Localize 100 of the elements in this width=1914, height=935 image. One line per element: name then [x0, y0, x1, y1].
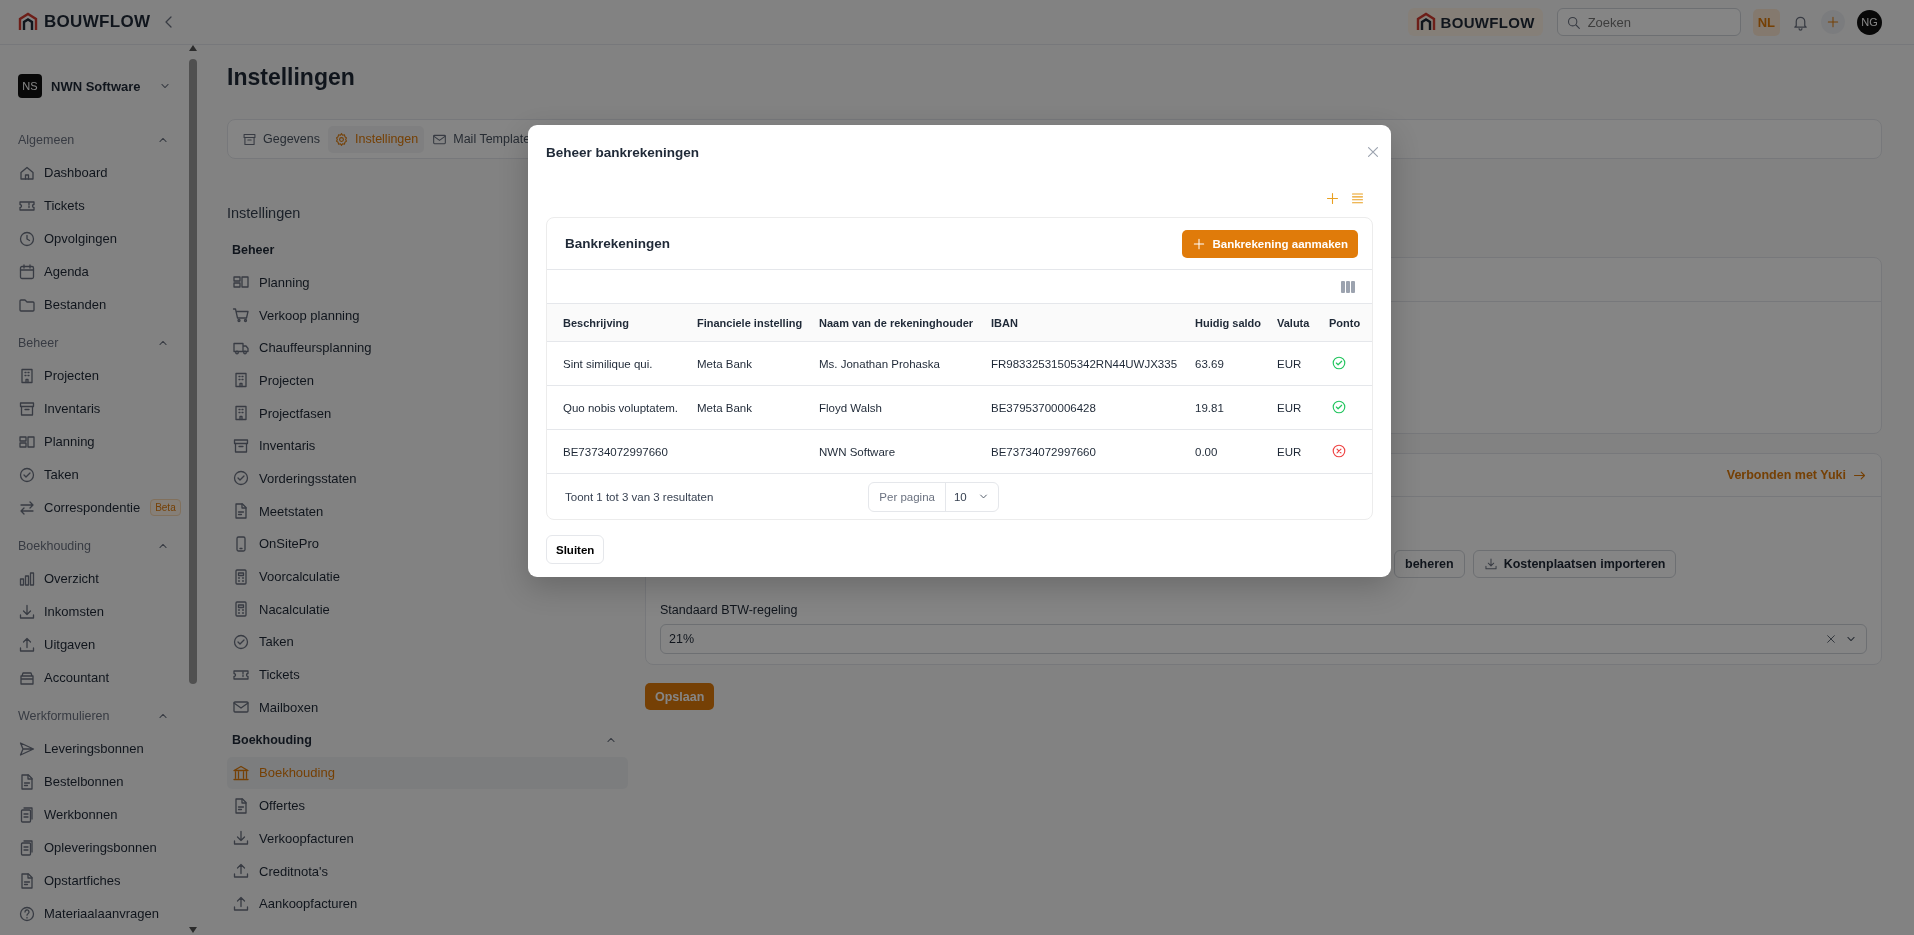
upload-icon [232, 862, 250, 881]
table-cell: 19.81 [1195, 401, 1224, 414]
column-header: Valuta [1277, 316, 1310, 329]
sidebar-item[interactable]: Inventaris [18, 392, 188, 425]
settings-item[interactable]: Taken [227, 625, 628, 659]
bar-chart-icon [18, 569, 36, 588]
sidebar-item[interactable]: Leveringsbonnen [18, 732, 188, 765]
table-cell: Sint similique qui. [563, 357, 653, 370]
sidebar-item[interactable]: Accountant [18, 661, 188, 694]
table-cell: BE37953700006428 [991, 401, 1096, 414]
scrollbar[interactable] [188, 45, 198, 935]
close-icon [1824, 633, 1838, 645]
section-title: Boekhouding [18, 538, 91, 553]
settings-item[interactable]: Tickets [227, 658, 628, 691]
check-circle-icon [232, 632, 250, 651]
clipboard-icon [18, 805, 36, 824]
archive-icon [242, 131, 257, 147]
page-title: Instellingen [227, 63, 356, 91]
download-icon [232, 829, 250, 848]
sidebar-item[interactable]: Dashboard [18, 156, 188, 189]
sidebar-item[interactable]: Agenda [18, 255, 188, 288]
document-icon [232, 502, 250, 521]
vat-select[interactable]: 21% [660, 624, 1867, 654]
upload-icon [232, 894, 250, 913]
tab[interactable]: Gegevens [236, 125, 326, 153]
section-title: Werkformulieren [18, 708, 110, 723]
sidebar-item[interactable]: Opleveringsbonnen [18, 831, 188, 864]
create-button[interactable]: Bankrekening aanmaken [1182, 229, 1358, 258]
user-avatar[interactable]: NG [1857, 9, 1882, 35]
document-icon [18, 772, 36, 791]
archive-icon [18, 399, 36, 418]
settings-item[interactable]: Aankoopfacturen [227, 887, 628, 921]
group-title: Beheer [232, 242, 275, 257]
results-summary: Toont 1 tot 3 van 3 resultaten [565, 490, 714, 503]
archive-icon [232, 436, 250, 455]
columns-icon[interactable] [1341, 280, 1355, 293]
sidebar-item[interactable]: Opvolgingen [18, 222, 188, 255]
logo-icon [1415, 12, 1436, 32]
add-button[interactable] [1325, 190, 1340, 206]
building-icon [18, 366, 36, 385]
settings-item[interactable]: Verkoopfacturen [227, 822, 628, 855]
list-icon [1350, 190, 1365, 206]
plus-icon [1325, 190, 1340, 206]
sidebar-item[interactable]: Opstartfiches [18, 864, 188, 897]
close-button[interactable] [1365, 144, 1381, 160]
search-icon [1565, 15, 1581, 30]
sidebar-item[interactable]: Overzicht [18, 562, 188, 595]
action-button[interactable]: Kostenplaatsen importeren [1472, 550, 1677, 578]
plus-icon [1826, 15, 1840, 29]
table-cell: Floyd Walsh [819, 401, 882, 414]
action-button[interactable]: beheren [1394, 550, 1465, 578]
table-cell: Ms. Jonathan Prohaska [819, 357, 940, 370]
column-header: Financiele instelling [697, 316, 803, 329]
sidebar-item[interactable]: Uitgaven [18, 628, 188, 661]
check-circle-icon [18, 465, 36, 484]
close-dialog-button[interactable]: Sluiten [546, 535, 605, 564]
column-header: Huidig saldo [1195, 316, 1261, 329]
download-icon [1483, 557, 1498, 571]
settings-item[interactable]: Mailboxen [227, 690, 628, 724]
document-icon [232, 796, 250, 815]
check-circle-icon [1331, 354, 1347, 371]
organization-avatar: NS [18, 74, 42, 98]
logo-icon [18, 12, 38, 32]
sidebar-item[interactable]: Bestanden [18, 288, 188, 321]
dialog-title: Beheer bankrekeningen [546, 144, 700, 160]
settings-item[interactable]: Creditnota's [227, 854, 628, 888]
field-label: Standaard BTW-regeling [660, 603, 799, 617]
x-circle-icon [1331, 442, 1347, 459]
sidebar-item[interactable]: Materiaalaanvragen [18, 897, 188, 930]
sidebar-item[interactable]: Inkomsten [18, 595, 188, 628]
settings-item[interactable]: Offertes [227, 789, 628, 822]
close-icon [1365, 144, 1381, 160]
sidebar-item[interactable]: Planning [18, 425, 188, 458]
calculator-icon [232, 567, 250, 586]
table-cell: Meta Bank [697, 357, 752, 370]
settings-item[interactable]: Planning [227, 266, 628, 299]
tab[interactable]: Mail Template [426, 125, 537, 153]
search-field[interactable]: Zoeken [1556, 8, 1741, 36]
sidebar-item[interactable]: Correspondentie Beta [18, 491, 188, 524]
clock-icon [18, 229, 36, 248]
section-title: Beheer [18, 335, 59, 350]
settings-item[interactable]: Nacalculatie [227, 592, 628, 626]
list-button[interactable] [1350, 190, 1365, 206]
table-cell: FR98332531505342RN44UWJX335 [991, 357, 1178, 370]
sidebar-item[interactable]: Taken [18, 458, 188, 491]
card-title: Bankrekeningen [565, 236, 671, 251]
section-title: Algemeen [18, 132, 75, 147]
organization-switcher[interactable]: NS NWN Software [18, 72, 188, 100]
add-button[interactable] [1821, 10, 1845, 34]
beta-badge: Beta [150, 499, 181, 516]
sidebar-item[interactable]: Projecten [18, 359, 188, 392]
column-header: Beschrijving [563, 316, 630, 329]
brand-name: BOUWFLOW [1440, 13, 1535, 31]
table-cell: Quo nobis voluptatem. [563, 401, 679, 414]
plus-icon [1192, 236, 1207, 251]
sidebar-item[interactable]: Bestelbonnen [18, 765, 188, 798]
sidebar-item[interactable]: Werkbonnen [18, 798, 188, 831]
download-icon [18, 602, 36, 621]
sidebar-item[interactable]: Tickets [18, 189, 188, 222]
question-circle-icon [18, 904, 36, 923]
